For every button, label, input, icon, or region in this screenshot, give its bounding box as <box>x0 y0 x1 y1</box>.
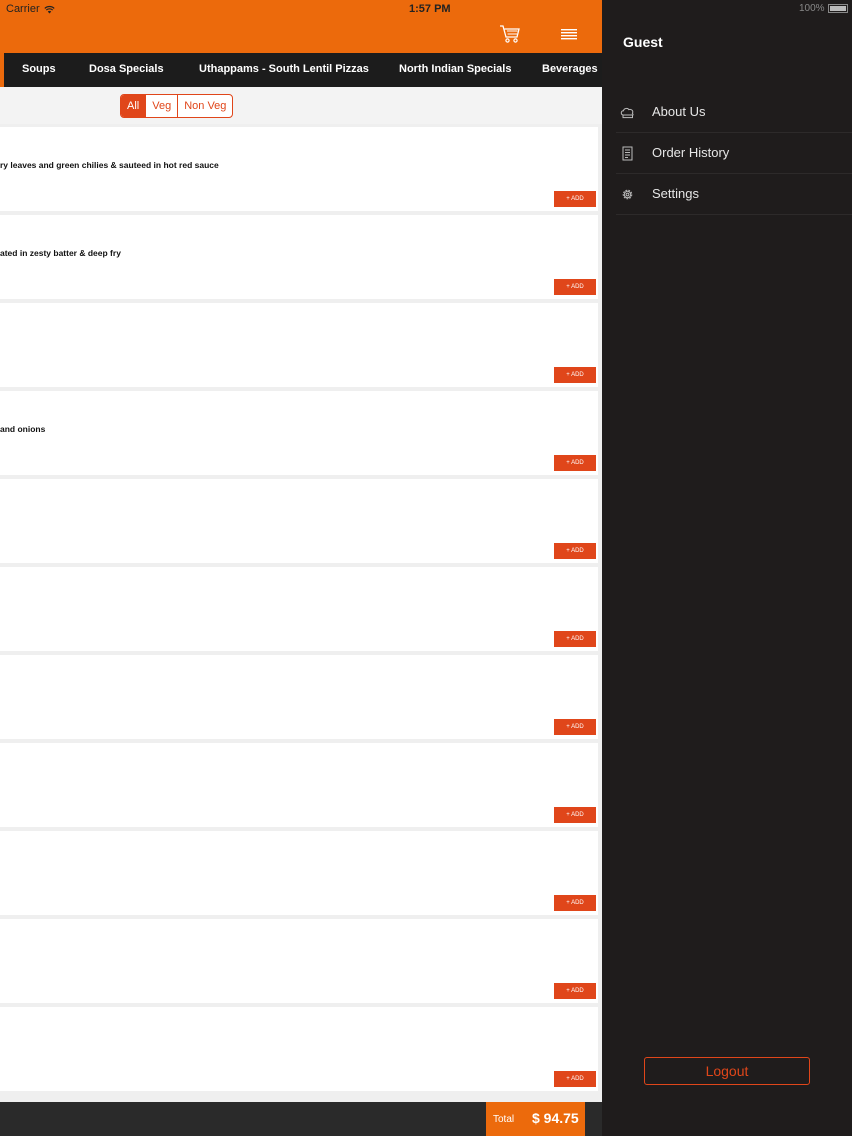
gear-icon <box>622 189 633 200</box>
filter-non-veg[interactable]: Non Veg <box>178 95 232 117</box>
menu-item-card: ry leaves and green chilies & sauteed in… <box>0 127 598 211</box>
chef-hat-icon <box>620 107 634 119</box>
add-button[interactable]: + ADD <box>554 191 596 207</box>
item-description: and onions <box>0 424 46 434</box>
nav-item-order-history[interactable]: Order History <box>616 133 852 174</box>
menu-item-card: + ADD <box>0 567 598 651</box>
category-tab[interactable]: Uthappams - South Lentil Pizzas <box>199 63 369 75</box>
menu-item-card: + ADD <box>0 479 598 563</box>
add-button[interactable]: + ADD <box>554 279 596 295</box>
add-button[interactable]: + ADD <box>554 543 596 559</box>
menu-item-card: and onions + ADD <box>0 391 598 475</box>
status-battery: 100% <box>799 3 848 14</box>
category-tab[interactable]: Beverages <box>542 63 598 75</box>
menu-item-card: + ADD <box>0 1007 598 1091</box>
category-bar: Soups Dosa Specials Uthappams - South Le… <box>0 53 602 87</box>
menu-item-card: + ADD <box>0 655 598 739</box>
filter-bar <box>0 87 602 124</box>
category-selection-marker <box>0 53 4 87</box>
add-button[interactable]: + ADD <box>554 895 596 911</box>
add-button[interactable]: + ADD <box>554 983 596 999</box>
wifi-icon <box>44 5 55 13</box>
item-description: ry leaves and green chilies & sauteed in… <box>0 160 219 170</box>
nav-item-label: Settings <box>652 186 699 201</box>
receipt-icon <box>622 146 633 161</box>
cart-icon[interactable] <box>499 24 521 44</box>
total-value: $ 94.75 <box>532 1110 579 1126</box>
main-panel: Carrier 1:57 PM Soups Dosa Specials Utha… <box>0 0 602 1136</box>
status-carrier: Carrier <box>6 3 55 15</box>
add-button[interactable]: + ADD <box>554 455 596 471</box>
nav-item-about-us[interactable]: About Us <box>616 92 852 133</box>
total-label: Total <box>493 1114 515 1125</box>
filter-veg[interactable]: Veg <box>146 95 179 117</box>
category-tab[interactable]: Soups <box>22 63 56 75</box>
nav-item-label: Order History <box>652 145 730 160</box>
nav-item-label: About Us <box>652 104 706 119</box>
logout-button[interactable]: Logout <box>644 1057 810 1085</box>
side-drawer: 100% Guest About Us Order History Settin… <box>602 0 852 1136</box>
menu-item-card: + ADD <box>0 743 598 827</box>
add-button[interactable]: + ADD <box>554 631 596 647</box>
menu-item-card: + ADD <box>0 831 598 915</box>
app-header: Carrier 1:57 PM <box>0 0 602 53</box>
filter-segmented-control: All Veg Non Veg <box>120 94 234 118</box>
add-button[interactable]: + ADD <box>554 807 596 823</box>
menu-item-card: + ADD <box>0 919 598 1003</box>
nav-item-settings[interactable]: Settings <box>616 174 852 215</box>
menu-item-card: ated in zesty batter & deep fry + ADD <box>0 215 598 299</box>
hamburger-icon[interactable] <box>558 24 580 44</box>
drawer-user-name: Guest <box>623 34 663 50</box>
menu-item-card: + ADD <box>0 303 598 387</box>
total-button[interactable]: Total $ 94.75 <box>486 1102 585 1136</box>
battery-icon <box>827 4 848 13</box>
status-time: 1:57 PM <box>409 3 451 15</box>
filter-all[interactable]: All <box>121 95 147 117</box>
category-tab[interactable]: North Indian Specials <box>399 63 511 75</box>
item-description: ated in zesty batter & deep fry <box>0 248 121 258</box>
add-button[interactable]: + ADD <box>554 1071 596 1087</box>
category-tab[interactable]: Dosa Specials <box>89 63 164 75</box>
add-button[interactable]: + ADD <box>554 367 596 383</box>
add-button[interactable]: + ADD <box>554 719 596 735</box>
